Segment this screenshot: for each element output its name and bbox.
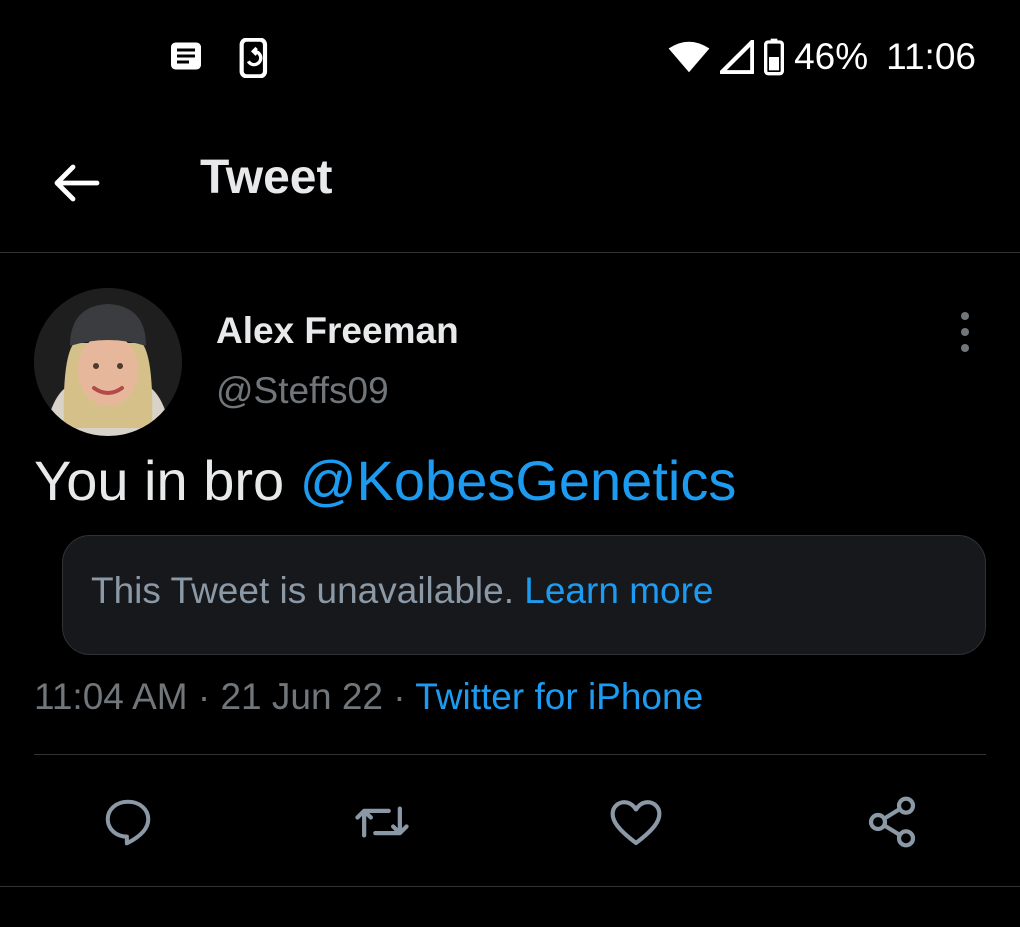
author-handle[interactable]: @Steffs09	[216, 370, 389, 412]
unavailable-text: This Tweet is unavailable.	[91, 570, 514, 611]
retweet-button[interactable]	[352, 794, 412, 854]
divider	[34, 754, 986, 755]
learn-more-link[interactable]: Learn more	[524, 570, 713, 611]
arrow-left-icon	[53, 163, 101, 208]
separator: ·	[197, 676, 211, 717]
tweet-date: 21 Jun 22	[220, 676, 384, 717]
share-button[interactable]	[862, 794, 922, 854]
tweet-source-link[interactable]: Twitter for iPhone	[415, 676, 703, 717]
page-title: Tweet	[200, 151, 333, 204]
quoted-tweet-unavailable: This Tweet is unavailable. Learn more	[62, 535, 986, 655]
divider	[0, 886, 1020, 887]
tweet-time: 11:04 AM	[34, 676, 188, 717]
heart-icon	[608, 796, 664, 853]
unavailable-message: This Tweet is unavailable. Learn more	[91, 570, 714, 612]
battery-percent: 46%	[794, 36, 869, 77]
action-bar	[0, 780, 1020, 870]
tweet-text: You in bro @KobesGenetics	[34, 448, 736, 513]
reply-icon	[101, 795, 155, 854]
reply-button[interactable]	[98, 794, 158, 854]
more-options-button[interactable]	[950, 312, 980, 352]
dot	[961, 344, 969, 352]
battery-icon	[764, 38, 785, 76]
like-button[interactable]	[606, 794, 666, 854]
phone-sync-icon	[238, 37, 272, 83]
share-icon	[864, 794, 920, 855]
tweet-text-body: You in bro	[34, 449, 300, 512]
author-name[interactable]: Alex Freeman	[216, 310, 459, 352]
retweet-icon	[353, 795, 411, 854]
dot	[961, 312, 969, 320]
top-app-bar: Tweet	[0, 120, 1020, 253]
signal-icon	[720, 40, 755, 74]
dot	[961, 328, 969, 336]
news-icon	[168, 38, 204, 83]
tweet-metadata: 11:04 AM · 21 Jun 22 · Twitter for iPhon…	[34, 676, 703, 718]
status-bar: 46% 11:06	[0, 0, 1020, 120]
separator: ·	[393, 676, 406, 717]
clock: 11:06	[886, 36, 976, 77]
mention-link[interactable]: @KobesGenetics	[300, 449, 737, 512]
back-button[interactable]	[48, 156, 106, 214]
avatar[interactable]	[34, 288, 182, 436]
wifi-icon	[668, 40, 710, 74]
